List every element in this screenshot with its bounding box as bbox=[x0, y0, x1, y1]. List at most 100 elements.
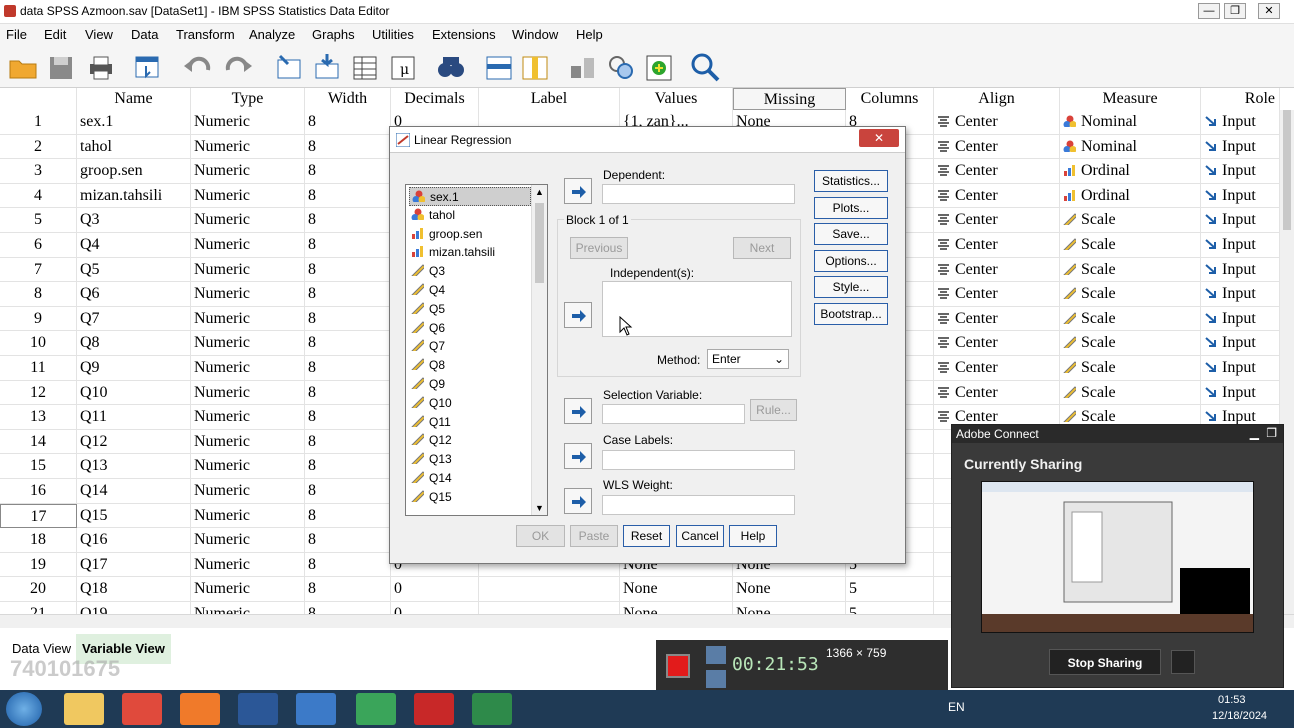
pause-icon[interactable] bbox=[706, 670, 726, 688]
variable-list-item[interactable]: Q11 bbox=[409, 413, 531, 432]
cell-role[interactable]: Input bbox=[1201, 380, 1280, 406]
ok-button[interactable]: OK bbox=[516, 525, 565, 547]
cell-width[interactable]: 8 bbox=[305, 454, 391, 479]
row-number[interactable]: 16 bbox=[0, 479, 77, 504]
menu-help[interactable]: Help bbox=[576, 27, 603, 42]
rule-button[interactable]: Rule... bbox=[750, 399, 797, 421]
row-number[interactable]: 4 bbox=[0, 183, 77, 209]
move-to-wls-button[interactable] bbox=[564, 488, 592, 514]
scroll-down-icon[interactable]: ▼ bbox=[535, 503, 544, 513]
cell-width[interactable]: 8 bbox=[305, 282, 391, 307]
column-header-columns[interactable]: Columns bbox=[846, 88, 934, 110]
row-number[interactable]: 14 bbox=[0, 429, 77, 455]
adobe-minimize-icon[interactable]: ▁ bbox=[1250, 426, 1259, 440]
cell-type[interactable]: Numeric bbox=[191, 552, 305, 578]
wls-weight-field[interactable] bbox=[602, 495, 795, 515]
variable-list-item[interactable]: Q3 bbox=[409, 262, 531, 281]
minimize-button[interactable]: — bbox=[1198, 3, 1220, 19]
cell-name[interactable]: Q18 bbox=[77, 577, 191, 602]
goto-case-icon[interactable] bbox=[274, 52, 304, 82]
cell-name[interactable]: Q5 bbox=[77, 257, 191, 283]
cell-type[interactable]: Numeric bbox=[191, 380, 305, 406]
column-header-role[interactable]: Role bbox=[1201, 88, 1280, 110]
cell-type[interactable]: Numeric bbox=[191, 429, 305, 455]
variable-list-item[interactable]: Q7 bbox=[409, 337, 531, 356]
menu-extensions[interactable]: Extensions bbox=[432, 27, 496, 42]
variable-list-scroll-thumb[interactable] bbox=[535, 203, 544, 283]
cell-width[interactable]: 8 bbox=[305, 503, 391, 529]
cell-role[interactable]: Input bbox=[1201, 257, 1280, 283]
cancel-button[interactable]: Cancel bbox=[676, 525, 724, 547]
cell-measure[interactable]: Scale bbox=[1060, 282, 1201, 307]
print-icon[interactable] bbox=[86, 52, 116, 82]
next-block-button[interactable]: Next bbox=[733, 237, 791, 259]
search-icon[interactable] bbox=[690, 52, 720, 82]
cell-role[interactable]: Input bbox=[1201, 233, 1280, 258]
undo-icon[interactable] bbox=[182, 52, 212, 82]
find-icon[interactable] bbox=[436, 52, 466, 82]
cell-role[interactable]: Input bbox=[1201, 282, 1280, 307]
variable-list-item[interactable]: tahol bbox=[409, 206, 531, 225]
cell-width[interactable]: 8 bbox=[305, 110, 391, 135]
variable-list-item[interactable]: Q10 bbox=[409, 394, 531, 413]
dialog-close-button[interactable]: ✕ bbox=[859, 129, 899, 147]
cell-align[interactable]: Center bbox=[934, 356, 1060, 381]
variable-list-scrollbar[interactable]: ▲ ▼ bbox=[531, 185, 547, 515]
cell-align[interactable]: Center bbox=[934, 110, 1060, 135]
cell-role[interactable]: Input bbox=[1201, 208, 1280, 233]
cell-width[interactable]: 8 bbox=[305, 552, 391, 578]
cell-decimals[interactable]: 0 bbox=[391, 602, 479, 614]
menu-data[interactable]: Data bbox=[131, 27, 158, 42]
cell-align[interactable]: Center bbox=[934, 183, 1060, 209]
cell-align[interactable]: Center bbox=[934, 134, 1060, 160]
cell-missing[interactable]: None bbox=[733, 577, 846, 602]
selection-variable-field[interactable] bbox=[602, 404, 745, 424]
weight-cases-icon[interactable] bbox=[606, 52, 636, 82]
cell-type[interactable]: Numeric bbox=[191, 479, 305, 504]
spss-icon[interactable] bbox=[296, 693, 336, 725]
statistics-button[interactable]: Statistics... bbox=[814, 170, 888, 192]
cell-width[interactable]: 8 bbox=[305, 134, 391, 160]
cell-type[interactable]: Numeric bbox=[191, 257, 305, 283]
cell-columns[interactable]: 5 bbox=[846, 602, 934, 614]
cell-name[interactable]: Q4 bbox=[77, 233, 191, 258]
chrome-alt-icon[interactable] bbox=[356, 693, 396, 725]
column-header-values[interactable]: Values bbox=[620, 88, 733, 110]
variable-list-item[interactable]: Q5 bbox=[409, 300, 531, 319]
row-number[interactable]: 20 bbox=[0, 577, 77, 602]
cell-measure[interactable]: Scale bbox=[1060, 380, 1201, 406]
cell-type[interactable]: Numeric bbox=[191, 405, 305, 430]
cell-missing[interactable]: None bbox=[733, 602, 846, 614]
cell-type[interactable]: Numeric bbox=[191, 503, 305, 529]
row-number[interactable]: 3 bbox=[0, 159, 77, 184]
cell-name[interactable]: Q12 bbox=[77, 429, 191, 455]
cell-type[interactable]: Numeric bbox=[191, 282, 305, 307]
insert-cases-icon[interactable] bbox=[484, 52, 514, 82]
cell-align[interactable]: Center bbox=[934, 159, 1060, 184]
cell-role[interactable]: Input bbox=[1201, 356, 1280, 381]
variable-list-item[interactable]: Q15 bbox=[409, 488, 531, 507]
cell-name[interactable]: Q13 bbox=[77, 454, 191, 479]
cell-name[interactable]: mizan.tahsili bbox=[77, 183, 191, 209]
row-number[interactable]: 2 bbox=[0, 134, 77, 160]
case-labels-field[interactable] bbox=[602, 450, 795, 470]
cell-name[interactable]: Q15 bbox=[77, 503, 191, 529]
cell-name[interactable]: groop.sen bbox=[77, 159, 191, 184]
firefox-icon[interactable] bbox=[180, 693, 220, 725]
redo-icon[interactable] bbox=[224, 52, 254, 82]
cell-values[interactable]: None bbox=[620, 577, 733, 602]
column-header-type[interactable]: Type bbox=[191, 88, 305, 110]
cell-align[interactable]: Center bbox=[934, 380, 1060, 406]
column-header-width[interactable]: Width bbox=[305, 88, 391, 110]
cell-width[interactable]: 8 bbox=[305, 233, 391, 258]
variables-icon[interactable] bbox=[350, 52, 380, 82]
previous-block-button[interactable]: Previous bbox=[570, 237, 628, 259]
row-number[interactable]: 5 bbox=[0, 208, 77, 233]
row-number[interactable]: 7 bbox=[0, 257, 77, 283]
menu-graphs[interactable]: Graphs bbox=[312, 27, 355, 42]
open-folder-icon[interactable] bbox=[8, 52, 38, 82]
cell-type[interactable]: Numeric bbox=[191, 602, 305, 614]
row-number[interactable]: 12 bbox=[0, 380, 77, 406]
maximize-button[interactable]: ❐ bbox=[1224, 3, 1246, 19]
adobe-maximize-icon[interactable]: ❐ bbox=[1266, 426, 1277, 440]
